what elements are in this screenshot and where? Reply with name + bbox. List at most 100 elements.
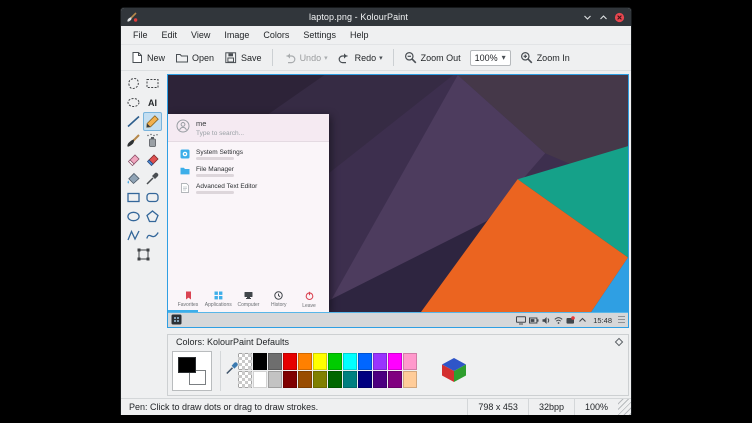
- palette-color-cell[interactable]: [403, 371, 417, 388]
- tool-eraser[interactable]: [124, 150, 143, 169]
- redo-label: Redo: [355, 53, 377, 63]
- zoom-level-value: 100%: [475, 53, 498, 63]
- zoom-in-label: Zoom In: [537, 53, 570, 63]
- redo-button[interactable]: Redo ▾: [333, 48, 388, 67]
- foreground-background-swatch[interactable]: [172, 351, 212, 391]
- menu-image[interactable]: Image: [217, 28, 256, 42]
- launcher-tab-applications: Applications: [205, 291, 231, 309]
- window-title: laptop.png - KolourPaint: [139, 12, 578, 22]
- tool-line[interactable]: [124, 112, 143, 131]
- status-zoom-level: 100%: [574, 399, 618, 415]
- palette-color-cell[interactable]: [358, 353, 372, 370]
- tool-connected-lines[interactable]: [124, 226, 143, 245]
- tool-pen[interactable]: [143, 112, 162, 131]
- palette-color-cell[interactable]: [388, 353, 402, 370]
- palette-color-cell[interactable]: [313, 353, 327, 370]
- system-tray: [516, 316, 587, 325]
- undo-button[interactable]: Undo ▾: [278, 48, 333, 67]
- color-cube-picker[interactable]: [440, 357, 468, 385]
- tool-rectangle[interactable]: [124, 188, 143, 207]
- palette-color-cell[interactable]: [328, 353, 342, 370]
- zoom-out-button[interactable]: Zoom Out: [399, 48, 466, 67]
- palette-color-cell[interactable]: [253, 371, 267, 388]
- user-avatar-icon: [176, 119, 190, 137]
- combobox-arrow-icon: ▾: [502, 53, 506, 62]
- maximize-button[interactable]: [597, 11, 610, 24]
- color-palette: [238, 353, 417, 388]
- palette-color-cell[interactable]: [268, 371, 282, 388]
- minimize-button[interactable]: [581, 11, 594, 24]
- palette-color-cell[interactable]: [388, 371, 402, 388]
- window-resize-grip[interactable]: [618, 399, 631, 415]
- save-button[interactable]: Save: [219, 48, 267, 67]
- zoom-in-button[interactable]: Zoom In: [515, 48, 575, 67]
- palette-color-cell[interactable]: [268, 353, 282, 370]
- palette-color-cell[interactable]: [298, 353, 312, 370]
- palette-transparent-cell[interactable]: [238, 371, 252, 388]
- close-button[interactable]: [613, 11, 626, 24]
- palette-color-cell[interactable]: [298, 371, 312, 388]
- power-icon: [305, 291, 314, 301]
- menu-colors[interactable]: Colors: [256, 28, 296, 42]
- tool-rect-selection[interactable]: [143, 74, 162, 93]
- tool-rounded-rectangle[interactable]: [143, 188, 162, 207]
- launcher-item-sublabel: [196, 191, 234, 194]
- tool-flood-fill[interactable]: [124, 169, 143, 188]
- menu-settings[interactable]: Settings: [296, 28, 343, 42]
- wifi-icon: [554, 316, 563, 325]
- text-editor-icon: [180, 183, 190, 195]
- titlebar[interactable]: laptop.png - KolourPaint: [121, 8, 631, 26]
- palette-color-cell[interactable]: [343, 353, 357, 370]
- tool-zoom[interactable]: [134, 245, 153, 264]
- display-icon: [516, 316, 526, 325]
- tool-curve[interactable]: [143, 226, 162, 245]
- tool-brush[interactable]: [124, 131, 143, 150]
- tool-text[interactable]: AI: [143, 93, 162, 112]
- canvas[interactable]: me Type to search... System Settings: [167, 74, 629, 328]
- menu-view[interactable]: View: [184, 28, 217, 42]
- palette-color-cell[interactable]: [373, 371, 387, 388]
- undo-label: Undo: [300, 53, 322, 63]
- new-label: New: [147, 53, 165, 63]
- battery-icon: [529, 316, 539, 325]
- status-message: Pen: Click to draw dots or drag to draw …: [121, 399, 467, 415]
- menu-edit[interactable]: Edit: [155, 28, 185, 42]
- image-taskbar: 15:48: [168, 312, 628, 327]
- dock-float-icon[interactable]: [615, 338, 623, 346]
- tool-color-picker[interactable]: [143, 169, 162, 188]
- palette-color-cell[interactable]: [403, 353, 417, 370]
- color-box-dock: Colors: KolourPaint Defaults: [167, 334, 629, 396]
- redo-dropdown-icon: ▾: [379, 54, 383, 62]
- tool-ellipse-selection[interactable]: [124, 93, 143, 112]
- main-toolbar: New Open Save Undo ▾ Redo ▾ Zoom Out 100…: [121, 45, 631, 71]
- zoom-level-combobox[interactable]: 100% ▾: [470, 50, 511, 66]
- tool-polygon[interactable]: [143, 207, 162, 226]
- status-color-depth: 32bpp: [528, 399, 574, 415]
- launcher-items: System Settings File Manager: [168, 142, 329, 197]
- toolbar-separator: [393, 49, 394, 66]
- palette-color-cell[interactable]: [343, 371, 357, 388]
- new-button[interactable]: New: [125, 48, 170, 67]
- canvas-image-wallpaper: me Type to search... System Settings: [168, 75, 628, 312]
- palette-color-cell[interactable]: [253, 353, 267, 370]
- tool-spraycan[interactable]: [143, 131, 162, 150]
- launcher-tab-favorites: Favorites: [175, 291, 201, 309]
- menu-help[interactable]: Help: [343, 28, 376, 42]
- menu-file[interactable]: File: [126, 28, 155, 42]
- tool-ellipse[interactable]: [124, 207, 143, 226]
- status-image-dimensions: 798 x 453: [467, 399, 528, 415]
- palette-color-cell[interactable]: [328, 371, 342, 388]
- palette-color-cell[interactable]: [313, 371, 327, 388]
- tool-free-form-selection[interactable]: [124, 74, 143, 93]
- palette-color-cell[interactable]: [283, 371, 297, 388]
- palette-color-cell[interactable]: [373, 353, 387, 370]
- launcher-search-hint: Type to search...: [196, 130, 244, 137]
- palette-transparent-cell[interactable]: [238, 353, 252, 370]
- palette-color-cell[interactable]: [283, 353, 297, 370]
- open-button[interactable]: Open: [170, 48, 219, 67]
- foreground-color-swatch[interactable]: [178, 357, 196, 373]
- color-similarity-eyedropper[interactable]: [225, 361, 239, 377]
- launcher-item-sublabel: [196, 174, 234, 177]
- palette-color-cell[interactable]: [358, 371, 372, 388]
- tool-color-eraser[interactable]: [143, 150, 162, 169]
